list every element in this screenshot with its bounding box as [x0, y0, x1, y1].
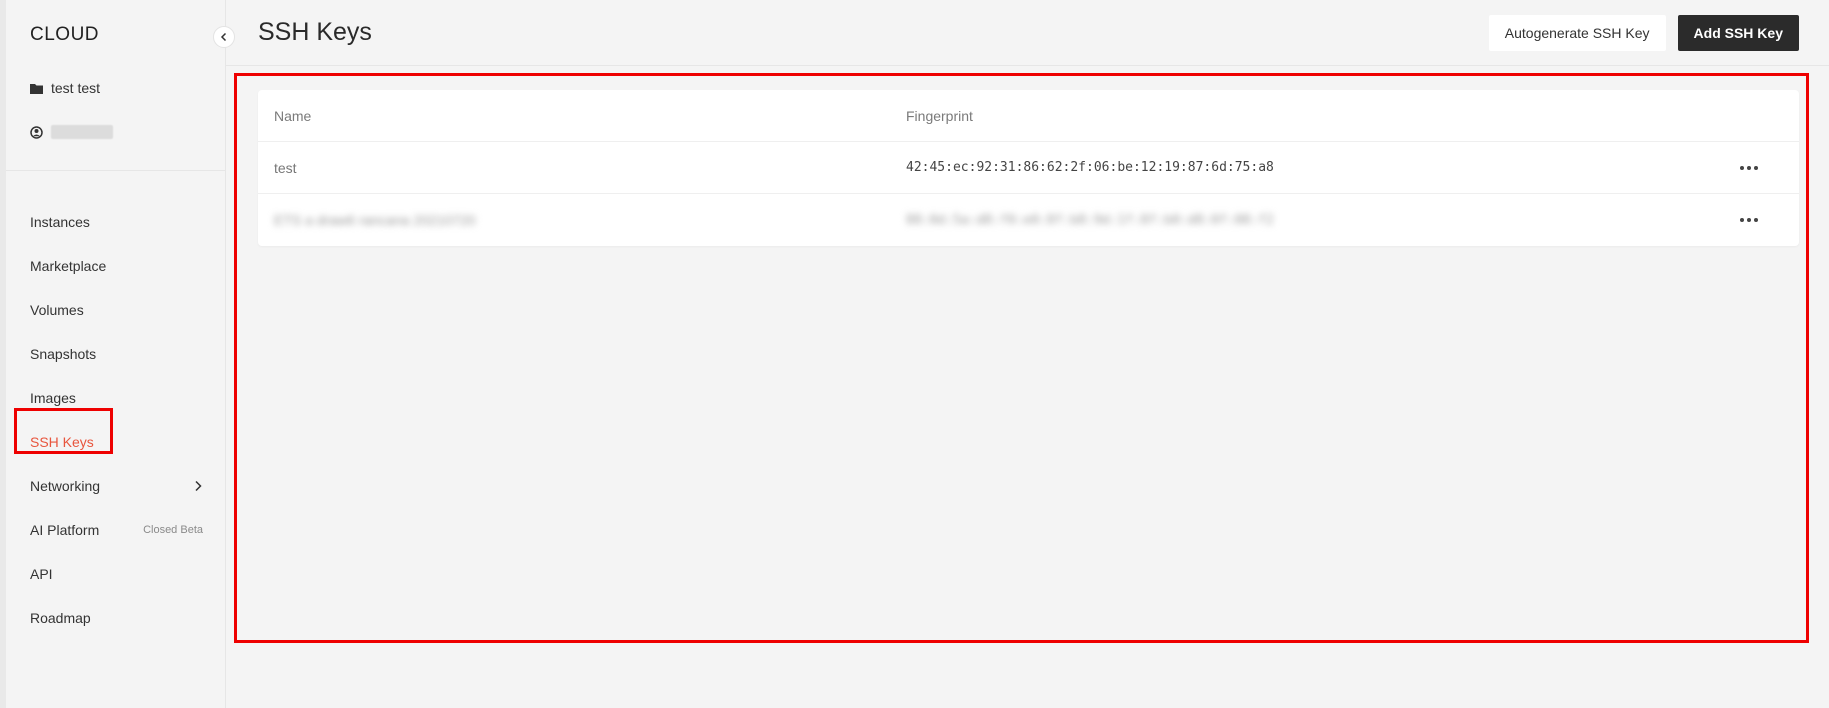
- sidebar-item-networking[interactable]: Networking: [6, 464, 225, 508]
- sidebar-item-images[interactable]: Images: [6, 376, 225, 420]
- sidebar-item-roadmap[interactable]: Roadmap: [6, 596, 225, 640]
- add-ssh-key-button[interactable]: Add SSH Key: [1677, 14, 1799, 51]
- closed-beta-badge: Closed Beta: [143, 524, 203, 536]
- project-name: test test: [51, 80, 101, 96]
- main-content: SSH Keys Autogenerate SSH Key Add SSH Ke…: [226, 0, 1829, 708]
- sidebar-item-label: Roadmap: [30, 610, 91, 626]
- column-header-name: Name: [274, 107, 312, 124]
- user-circle-icon: [30, 125, 43, 139]
- more-actions-icon[interactable]: [1734, 212, 1764, 228]
- account-selector[interactable]: [30, 125, 113, 139]
- sidebar-item-label: Networking: [30, 478, 101, 494]
- sidebar-item-marketplace[interactable]: Marketplace: [6, 244, 225, 288]
- brand-logo: CLOUD: [30, 24, 100, 45]
- sidebar-item-label: SSH Keys: [30, 434, 94, 450]
- sidebar-item-volumes[interactable]: Volumes: [6, 288, 225, 332]
- sidebar-item-ssh-keys[interactable]: SSH Keys: [6, 420, 225, 464]
- sidebar-item-snapshots[interactable]: Snapshots: [6, 332, 225, 376]
- chevron-right-icon: [195, 480, 202, 492]
- autogenerate-ssh-key-button[interactable]: Autogenerate SSH Key: [1488, 14, 1666, 51]
- sidebar-item-label: Volumes: [30, 302, 84, 318]
- sidebar-item-label: Snapshots: [30, 346, 97, 362]
- page-header: SSH Keys Autogenerate SSH Key Add SSH Ke…: [226, 0, 1829, 66]
- page-title: SSH Keys: [258, 18, 372, 46]
- sidebar-item-label: Marketplace: [30, 258, 107, 274]
- sidebar-item-instances[interactable]: Instances: [6, 200, 225, 244]
- more-actions-icon[interactable]: [1734, 160, 1764, 176]
- sidebar-item-label: Instances: [30, 214, 90, 230]
- column-header-fingerprint: Fingerprint: [906, 107, 973, 124]
- project-selector[interactable]: test test: [30, 80, 100, 96]
- table-row: ETS a draw6 rancana 20210720 88:0d:5a:d8…: [258, 194, 1799, 246]
- key-fingerprint: 42:45:ec:92:31:86:62:2f:06:be:12:19:87:6…: [906, 160, 1274, 175]
- sidebar-divider: [6, 170, 225, 171]
- account-name-masked: [51, 125, 113, 139]
- sidebar-item-api[interactable]: API: [6, 552, 225, 596]
- sidebar: CLOUD test test Instances Marketplace Vo…: [0, 0, 235, 708]
- key-name: test: [274, 159, 297, 176]
- sidebar-nav: Instances Marketplace Volumes Snapshots …: [6, 200, 225, 640]
- table-header-row: Name Fingerprint: [258, 90, 1799, 142]
- ssh-keys-table: Name Fingerprint test 42:45:ec:92:31:86:…: [258, 90, 1799, 246]
- key-fingerprint: 88:0d:5a:d8:f0:e0:8f:b8:9d:1f:8f:b0:d8:0…: [906, 212, 1274, 228]
- sidebar-item-label: Images: [30, 390, 76, 406]
- chevron-left-icon: [220, 32, 227, 42]
- folder-icon: [30, 83, 43, 94]
- table-row: test 42:45:ec:92:31:86:62:2f:06:be:12:19…: [258, 142, 1799, 194]
- sidebar-item-label: AI Platform: [30, 522, 100, 538]
- sidebar-item-label: API: [30, 566, 53, 582]
- sidebar-item-ai-platform[interactable]: AI Platform Closed Beta: [6, 508, 225, 552]
- key-name: ETS a draw6 rancana 20210720: [274, 212, 476, 228]
- collapse-sidebar-button[interactable]: [213, 26, 235, 48]
